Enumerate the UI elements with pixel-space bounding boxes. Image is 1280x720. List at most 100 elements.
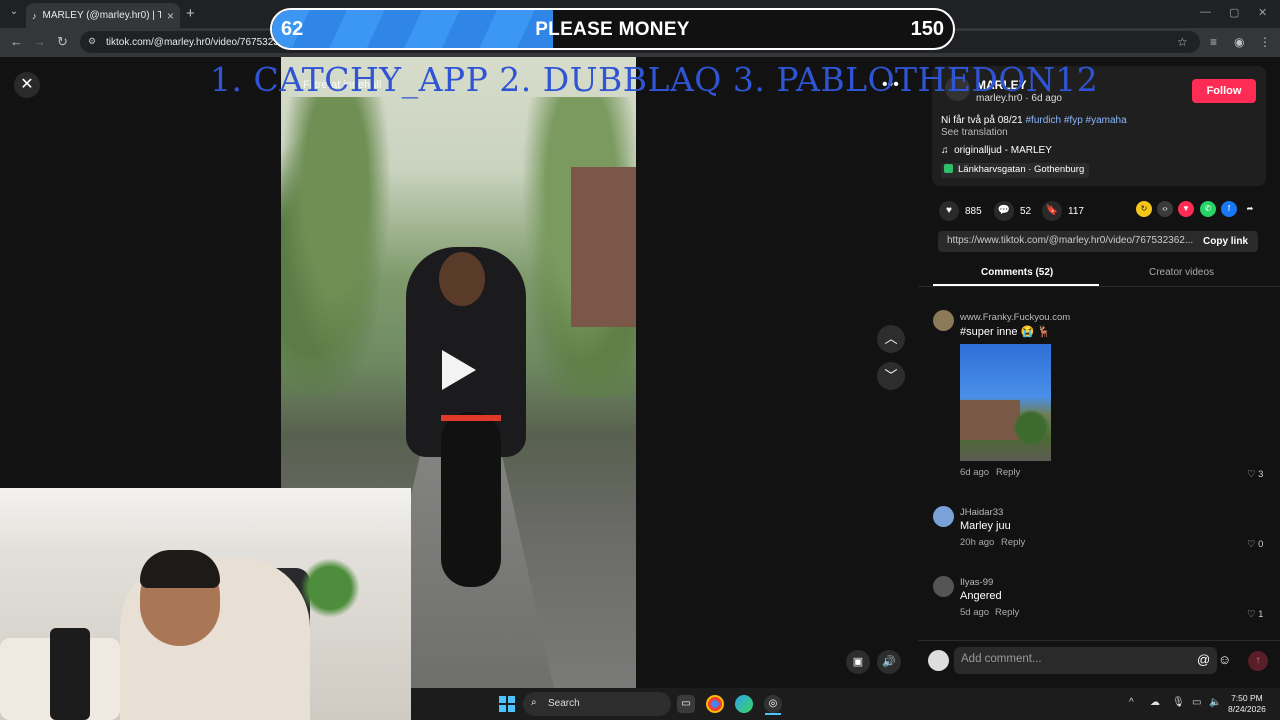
post-description: Ni får två på 08/21 #furdich #fyp #yamah… [941, 115, 1127, 126]
hashtag[interactable]: #yamaha [1086, 115, 1127, 126]
minimize-icon[interactable]: — [1200, 6, 1211, 18]
comment-username[interactable]: www.Franky.Fuckyou.com [960, 312, 1070, 323]
heart-outline-icon: ♡ [1247, 539, 1256, 550]
network-icon[interactable]: ▭ [1192, 697, 1201, 708]
comment-username[interactable]: JHaidar33 [960, 507, 1003, 518]
new-tab-button[interactable]: + [186, 5, 195, 22]
tab-search-icon[interactable]: ⌄ [6, 6, 22, 22]
previous-video-icon[interactable]: ︿ [877, 325, 905, 353]
copy-link-button[interactable]: Copy link [1203, 236, 1248, 247]
reload-icon[interactable]: ↻ [57, 34, 68, 50]
comment-icon[interactable]: 💬 [994, 201, 1014, 221]
reading-list-icon[interactable]: ≡ [1210, 35, 1217, 49]
site-info-icon[interactable]: ⚙ [88, 36, 96, 47]
comment-stat[interactable]: 💬 52 [994, 201, 1031, 221]
task-view-icon[interactable]: ▭ [677, 695, 695, 713]
back-icon[interactable]: ← [10, 34, 23, 49]
comment-avatar[interactable] [933, 310, 954, 331]
comment-reply-button[interactable]: Reply [995, 607, 1019, 618]
menu-icon[interactable]: ⋮ [1259, 35, 1271, 49]
send-to-friends-icon[interactable]: ▼ [1178, 201, 1194, 217]
comment-count: 52 [1020, 205, 1032, 217]
clock-time: 7:50 PM [1231, 693, 1263, 703]
hashtag[interactable]: #furdich [1026, 115, 1062, 126]
comment-avatar[interactable] [933, 576, 954, 597]
comment-avatar[interactable] [933, 506, 954, 527]
like-count: 885 [965, 205, 982, 217]
next-video-icon[interactable]: ﹀ [877, 362, 905, 390]
forward-icon[interactable]: → [33, 34, 46, 49]
see-translation-link[interactable]: See translation [941, 127, 1008, 138]
clock-date: 8/24/2026 [1228, 704, 1266, 714]
taskbar-clock[interactable]: 7:50 PM 8/24/2026 [1228, 693, 1266, 715]
facebook-icon[interactable]: f [1221, 201, 1237, 217]
comment-like[interactable]: ♡ 0 [1247, 539, 1263, 550]
location-pin-icon [944, 164, 953, 173]
follow-button[interactable]: Follow [1192, 79, 1256, 103]
speaker-icon[interactable]: 🔈 [1209, 697, 1221, 708]
hashtag[interactable]: #fyp [1064, 115, 1083, 126]
webcam-microphone [50, 628, 90, 720]
tab-comments[interactable]: Comments (52) [981, 267, 1053, 278]
obs-icon[interactable]: ◎ [764, 695, 782, 713]
close-viewer-icon[interactable]: ✕ [14, 72, 40, 98]
comment-reply-button[interactable]: Reply [1001, 537, 1025, 548]
comment-username[interactable]: Ilyas-99 [960, 577, 993, 588]
show-hidden-icons[interactable]: ^ [1129, 697, 1134, 708]
microphone-icon[interactable]: 🎙 [1172, 697, 1185, 708]
save-stat[interactable]: 🔖 117 [1042, 201, 1084, 221]
share-arrow-icon[interactable]: ➦ [1242, 201, 1258, 217]
play-icon[interactable] [442, 350, 476, 390]
maximize-icon[interactable]: ▢ [1229, 6, 1239, 19]
music-track[interactable]: ♫ originalljud - MARLEY [941, 145, 1052, 156]
donation-goal-bar: 62 PLEASE MONEY 150 [270, 8, 955, 50]
comment-like[interactable]: ♡ 1 [1247, 609, 1263, 620]
repost-icon[interactable]: ↻ [1136, 201, 1152, 217]
taskbar-search[interactable]: Search [523, 692, 671, 716]
webcam-plant [300, 558, 360, 618]
location-text: Länkharvsgatan · Gothenburg [958, 164, 1085, 175]
mention-icon[interactable]: @ [1197, 652, 1210, 667]
onedrive-icon[interactable]: ☁ [1150, 697, 1160, 708]
active-tab-indicator [933, 284, 1099, 286]
video-scene-building [571, 167, 636, 327]
comment-time: 5d ago [960, 607, 990, 618]
tiktok-favicon-icon: ♪ [32, 10, 37, 21]
chrome-icon[interactable] [706, 695, 724, 713]
active-app-indicator [765, 713, 781, 715]
user-avatar[interactable] [928, 650, 949, 671]
browser-tab[interactable]: ♪ MARLEY (@marley.hr0) | TikTok × [26, 3, 180, 28]
webcam-streamer-hair [140, 550, 220, 588]
comment-reply-button[interactable]: Reply [996, 467, 1020, 478]
pip-icon[interactable]: ▣ [846, 650, 870, 674]
whatsapp-icon[interactable]: ✆ [1200, 201, 1216, 217]
tab-divider [918, 286, 1280, 287]
close-tab-icon[interactable]: × [167, 9, 174, 23]
bookmark-icon[interactable]: 🔖 [1042, 201, 1062, 221]
like-stat[interactable]: ♥ 885 [939, 201, 982, 221]
comment-text: Angered [960, 590, 1002, 602]
video-scene-taillight [441, 415, 501, 421]
close-window-icon[interactable]: ✕ [1258, 6, 1267, 19]
volume-icon[interactable]: 🔊 [877, 650, 901, 674]
emoji-icon[interactable]: ☺ [1218, 652, 1231, 667]
tab-creator-videos[interactable]: Creator videos [1149, 267, 1214, 278]
top-supporters-overlay: 1. CATCHY_APP 2. DUBBLAQ 3. PABLOTHEDON1… [210, 60, 1099, 99]
windows-start-icon[interactable] [499, 696, 515, 712]
embed-icon[interactable]: ‹› [1157, 201, 1173, 217]
comment-input[interactable]: Add comment... [954, 647, 1217, 674]
comment-image-building [960, 400, 1020, 440]
comment-like[interactable]: ♡ 3 [1247, 469, 1263, 480]
heart-outline-icon: ♡ [1247, 469, 1256, 480]
url-text: tiktok.com/@marley.hr0/video/76753236 [106, 36, 285, 48]
video-scene-rider-head [439, 252, 485, 306]
profile-icon[interactable]: ◉ [1234, 35, 1244, 49]
music-title: originalljud - MARLEY [954, 145, 1052, 156]
music-note-icon: ♫ [941, 145, 949, 156]
bookmark-star-icon[interactable]: ☆ [1177, 35, 1188, 49]
post-comment-icon[interactable]: ↑ [1248, 651, 1268, 671]
heart-icon[interactable]: ♥ [939, 201, 959, 221]
location-tag[interactable]: Länkharvsgatan · Gothenburg [941, 163, 1090, 178]
edge-icon[interactable] [735, 695, 753, 713]
search-icon: ⌕ [531, 697, 537, 708]
